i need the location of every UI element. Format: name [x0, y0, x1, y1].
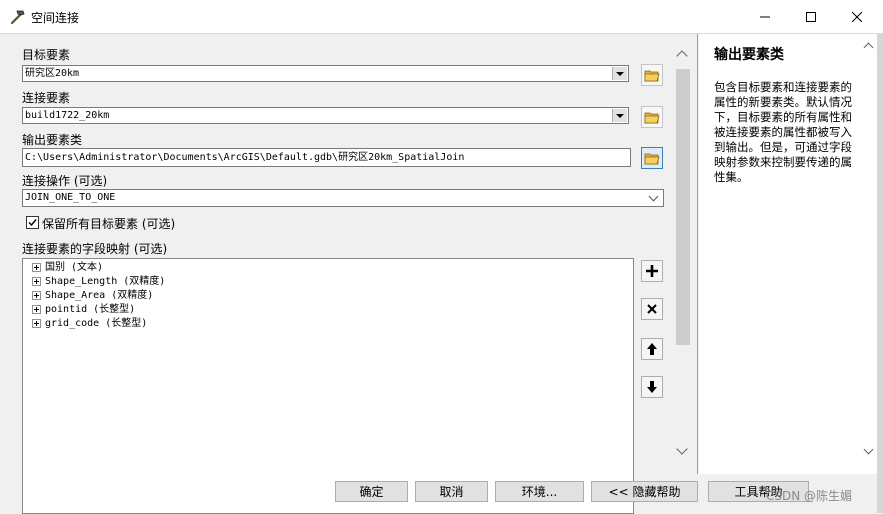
maximize-icon: [806, 11, 816, 22]
join-features-value: build1722_20km: [25, 110, 110, 121]
window-edge: [877, 34, 883, 513]
field-map-label: 连接要素的字段映射 (可选): [22, 242, 168, 256]
join-browse-button[interactable]: [641, 106, 663, 128]
output-feature-class-value: C:\Users\Administrator\Documents\ArcGIS\…: [25, 152, 465, 163]
folder-icon: [644, 70, 660, 82]
target-dropdown-button[interactable]: [612, 67, 627, 80]
field-map-list[interactable]: 国别 (文本) Shape_Length (双精度) Shape_Area (双…: [22, 258, 634, 514]
field-map-item[interactable]: Shape_Area (双精度): [32, 289, 153, 303]
cancel-button[interactable]: 取消: [415, 481, 488, 502]
help-scrollbar[interactable]: [861, 34, 877, 474]
title-bar: 空间连接: [0, 0, 883, 34]
scroll-up-icon[interactable]: [676, 50, 688, 62]
target-features-combo[interactable]: 研究区20km: [22, 65, 629, 82]
output-browse-button[interactable]: [641, 147, 663, 169]
field-map-item[interactable]: pointid (长整型): [32, 303, 135, 317]
folder-icon: [644, 153, 660, 165]
form-scrollbar[interactable]: [674, 45, 692, 465]
close-button[interactable]: [834, 0, 880, 33]
plus-icon: [646, 265, 658, 277]
field-map-item[interactable]: Shape_Length (双精度): [32, 275, 165, 289]
delete-field-button[interactable]: [641, 298, 663, 320]
target-features-value: 研究区20km: [25, 68, 80, 79]
join-features-label: 连接要素: [22, 91, 71, 105]
close-icon: [852, 11, 862, 22]
scroll-down-icon[interactable]: [676, 443, 688, 455]
folder-icon: [644, 112, 660, 124]
join-operation-select[interactable]: JOIN_ONE_TO_ONE: [22, 189, 664, 207]
chevron-down-icon: [648, 191, 659, 202]
checkmark-icon: [28, 219, 37, 227]
expand-icon[interactable]: [32, 318, 41, 328]
field-map-item[interactable]: 国别 (文本): [32, 261, 103, 275]
tool-form: 目标要素 研究区20km 连接要素 build1722_20km 输出要素类 C…: [0, 34, 696, 514]
join-operation-label: 连接操作 (可选): [22, 174, 108, 188]
expand-icon[interactable]: [32, 262, 41, 272]
hide-help-button[interactable]: << 隐藏帮助: [591, 481, 698, 502]
dropdown-arrow-icon: [616, 71, 624, 76]
output-feature-class-label: 输出要素类: [22, 133, 83, 147]
move-up-button[interactable]: [641, 338, 663, 360]
expand-icon[interactable]: [32, 304, 41, 314]
maximize-button[interactable]: [788, 0, 834, 33]
panel-divider[interactable]: [697, 34, 698, 474]
arrow-up-icon: [647, 343, 657, 355]
ok-button[interactable]: 确定: [335, 481, 408, 502]
expand-icon[interactable]: [32, 276, 41, 286]
arrow-down-icon: [647, 381, 657, 393]
delete-icon: [647, 304, 657, 314]
scroll-up-icon[interactable]: [863, 42, 874, 53]
help-title: 输出要素类: [714, 47, 784, 63]
help-panel: 输出要素类 包含目标要素和连接要素的属性的新要素类。默认情况下，目标要素的所有属…: [699, 34, 877, 474]
scroll-down-icon[interactable]: [863, 444, 874, 455]
join-dropdown-button[interactable]: [612, 109, 627, 122]
environments-button[interactable]: 环境...: [495, 481, 584, 502]
join-features-combo[interactable]: build1722_20km: [22, 107, 629, 124]
expand-icon[interactable]: [32, 290, 41, 300]
dropdown-arrow-icon: [616, 113, 624, 118]
target-browse-button[interactable]: [641, 64, 663, 86]
move-down-button[interactable]: [641, 376, 663, 398]
minimize-icon: [760, 16, 770, 17]
add-field-button[interactable]: [641, 260, 663, 282]
output-feature-class-input[interactable]: C:\Users\Administrator\Documents\ArcGIS\…: [22, 148, 631, 167]
field-map-item[interactable]: grid_code (长整型): [32, 317, 147, 331]
join-operation-value: JOIN_ONE_TO_ONE: [25, 192, 116, 203]
help-description: 包含目标要素和连接要素的属性的新要素类。默认情况下，目标要素的所有属性和被连接要…: [714, 80, 852, 184]
watermark: CSDN @陈生媚: [766, 489, 853, 503]
hammer-icon: [9, 8, 27, 26]
keep-all-checkbox[interactable]: [26, 216, 39, 229]
minimize-button[interactable]: [742, 0, 788, 33]
scrollbar-thumb[interactable]: [676, 69, 690, 345]
keep-all-label: 保留所有目标要素 (可选): [42, 217, 176, 231]
window-title: 空间连接: [31, 11, 80, 25]
target-features-label: 目标要素: [22, 48, 71, 62]
